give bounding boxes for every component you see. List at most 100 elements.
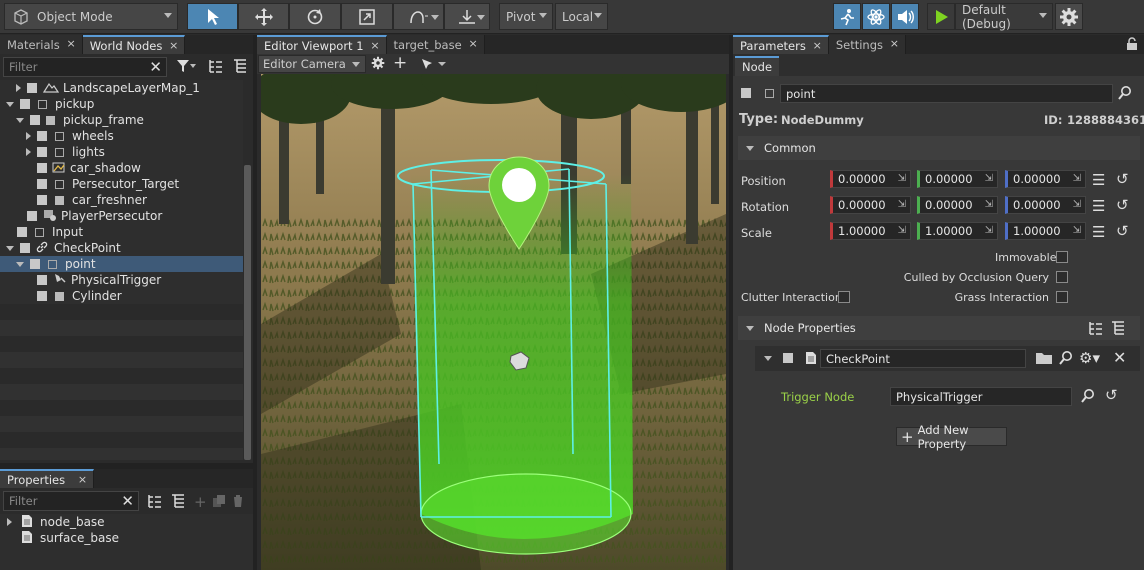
culled-checkbox[interactable]: [1056, 271, 1068, 283]
drag-arrow-icon[interactable]: ⇲: [1073, 173, 1081, 184]
add-icon[interactable]: +: [194, 493, 207, 511]
select-tool-button[interactable]: [187, 3, 238, 30]
expand-arrow-icon[interactable]: [16, 84, 21, 92]
tree-row[interactable]: pickup: [0, 96, 243, 112]
drag-arrow-icon[interactable]: ⇲: [898, 173, 906, 184]
scale-x-field[interactable]: 1.00000 ⇲: [830, 222, 911, 240]
properties-filter-input[interactable]: Filter ✕: [3, 491, 139, 511]
expand-arrow-icon[interactable]: [26, 148, 31, 156]
close-icon[interactable]: ×: [169, 39, 178, 52]
reset-icon[interactable]: ↺: [1116, 222, 1129, 240]
world-nodes-filter-input[interactable]: Filter ✕: [3, 57, 167, 77]
drag-arrow-icon[interactable]: ⇲: [898, 225, 906, 236]
drag-arrow-icon[interactable]: ⇲: [1073, 225, 1081, 236]
enable-checkbox[interactable]: [20, 243, 30, 253]
expand-arrow-icon[interactable]: [7, 518, 12, 526]
position-x-field[interactable]: 0.00000 ⇲: [830, 170, 911, 188]
rotation-x-field[interactable]: 0.00000 ⇲: [830, 196, 911, 214]
drag-arrow-icon[interactable]: ⇲: [898, 199, 906, 210]
reset-icon[interactable]: ↺: [1105, 386, 1118, 404]
collapse-all-icon[interactable]: [170, 493, 186, 512]
tab-parameters[interactable]: Parameters ×: [733, 35, 829, 54]
visibility-filter-icon[interactable]: [420, 57, 448, 74]
tree-row[interactable]: car_shadow: [0, 160, 243, 176]
reset-icon[interactable]: ↺: [1116, 170, 1129, 188]
add-new-property-button[interactable]: + Add New Property: [896, 423, 1007, 451]
menu-icon[interactable]: ☰: [1092, 223, 1105, 241]
subtab-node[interactable]: Node: [735, 56, 780, 76]
space-dropdown[interactable]: Local: [555, 3, 608, 30]
clear-icon[interactable]: ✕: [121, 492, 134, 510]
tab-editor-viewport[interactable]: Editor Viewport 1 ×: [257, 35, 387, 54]
grass-checkbox[interactable]: [1056, 291, 1068, 303]
tree-row[interactable]: car_freshner: [0, 192, 243, 208]
gear-icon[interactable]: [371, 56, 385, 73]
search-icon[interactable]: [1080, 388, 1096, 407]
expand-arrow-icon[interactable]: [6, 101, 14, 107]
mode-dropdown[interactable]: Object Mode: [4, 3, 178, 30]
splitter[interactable]: [253, 35, 257, 570]
clutter-checkbox[interactable]: [838, 291, 850, 303]
tab-materials[interactable]: Materials ×: [0, 35, 83, 54]
splitter[interactable]: [0, 463, 253, 469]
enable-checkbox[interactable]: [37, 131, 47, 141]
run-settings-button[interactable]: [1055, 3, 1083, 30]
enable-checkbox[interactable]: [37, 179, 47, 189]
node-name-input[interactable]: point: [780, 84, 1113, 103]
search-icon[interactable]: [1058, 350, 1074, 369]
enable-checkbox[interactable]: [37, 275, 47, 285]
expand-all-icon[interactable]: [208, 58, 224, 77]
tab-target-base[interactable]: target_base ×: [386, 35, 485, 54]
collapse-all-icon[interactable]: [232, 58, 248, 77]
clear-icon[interactable]: ✕: [149, 58, 162, 76]
reset-icon[interactable]: ↺: [1116, 196, 1129, 214]
drag-arrow-icon[interactable]: ⇲: [985, 173, 993, 184]
animation-toggle[interactable]: [862, 3, 890, 30]
tree-row[interactable]: pickup_frame: [0, 112, 243, 128]
drag-arrow-icon[interactable]: ⇲: [985, 225, 993, 236]
snap-dropdown-button[interactable]: [393, 3, 444, 30]
lock-icon[interactable]: [1126, 37, 1138, 54]
enable-checkbox[interactable]: [17, 227, 27, 237]
rotate-tool-button[interactable]: [289, 3, 341, 30]
menu-icon[interactable]: ☰: [1092, 171, 1105, 189]
expand-all-icon[interactable]: [147, 493, 163, 512]
enable-checkbox[interactable]: [37, 147, 47, 157]
tab-properties[interactable]: Properties ×: [0, 469, 95, 488]
tree-row[interactable]: lights: [0, 144, 243, 160]
move-tool-button[interactable]: [238, 3, 289, 30]
splitter[interactable]: [729, 35, 733, 570]
expand-arrow-icon[interactable]: [16, 117, 24, 123]
collapse-arrow-icon[interactable]: [764, 356, 772, 361]
property-enabled-checkbox[interactable]: [783, 353, 793, 363]
pivot-dropdown[interactable]: Pivot: [499, 3, 553, 30]
expand-all-icon[interactable]: [1088, 320, 1104, 339]
camera-dropdown[interactable]: Editor Camera: [258, 55, 366, 73]
close-icon[interactable]: ✕: [1113, 348, 1126, 367]
trash-icon[interactable]: [232, 494, 244, 511]
rotation-y-field[interactable]: 0.00000 ⇲: [917, 196, 998, 214]
run-config-dropdown[interactable]: Default (Debug): [955, 3, 1053, 31]
expand-arrow-icon[interactable]: [26, 132, 31, 140]
expand-arrow-icon[interactable]: [16, 261, 24, 267]
folder-icon[interactable]: [1035, 350, 1053, 369]
gear-dropdown-icon[interactable]: ⚙▾: [1079, 349, 1100, 367]
clone-icon[interactable]: [212, 494, 226, 511]
close-icon[interactable]: ×: [468, 37, 477, 50]
viewport-3d[interactable]: [261, 74, 726, 570]
enable-checkbox[interactable]: [20, 99, 30, 109]
node-properties-section-header[interactable]: Node Properties: [738, 316, 1140, 340]
enable-checkbox[interactable]: [37, 291, 47, 301]
add-icon[interactable]: +: [393, 53, 407, 73]
tree-scrollbar[interactable]: [244, 165, 251, 460]
close-icon[interactable]: ×: [67, 37, 76, 50]
position-z-field[interactable]: 0.00000 ⇲: [1005, 170, 1086, 188]
tree-row[interactable]: Persecutor_Target: [0, 176, 243, 192]
tree-row[interactable]: node_base: [0, 514, 243, 530]
enable-checkbox[interactable]: [27, 211, 37, 221]
node-enabled-checkbox[interactable]: [741, 88, 751, 98]
enable-checkbox[interactable]: [27, 83, 37, 93]
close-icon[interactable]: ×: [78, 473, 87, 486]
collapse-all-icon[interactable]: [1110, 320, 1126, 339]
tree-row[interactable]: Cylinder: [0, 288, 243, 304]
